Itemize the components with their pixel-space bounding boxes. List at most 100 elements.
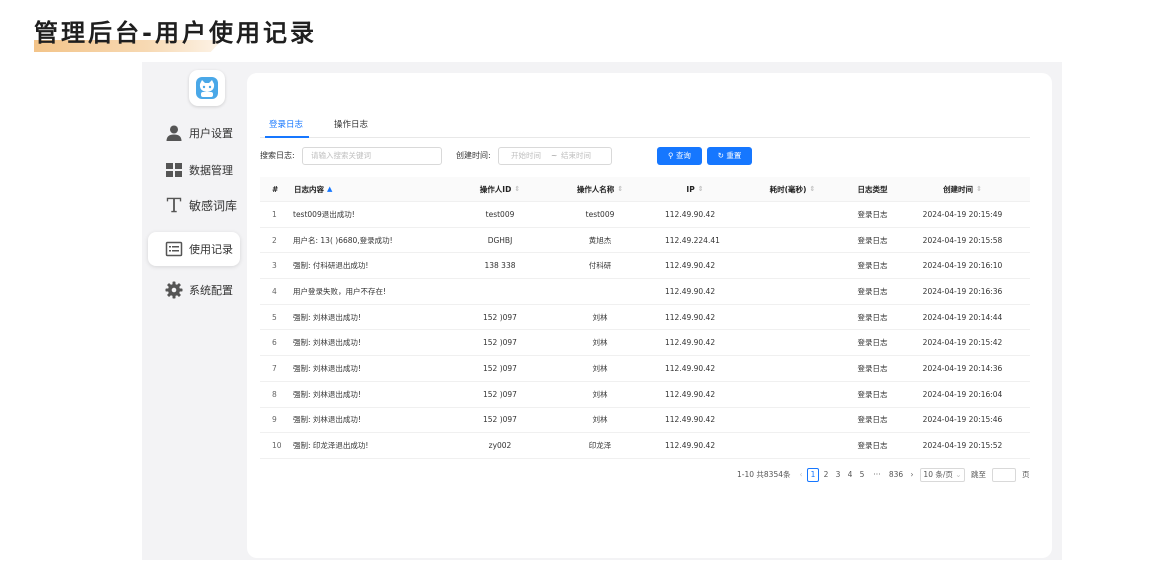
cell-log-type: 登录日志 bbox=[857, 338, 888, 348]
cell-content: 用户登录失败，用户不存在! bbox=[293, 286, 387, 296]
cell-index: 7 bbox=[272, 363, 277, 373]
page-2[interactable]: 2 bbox=[822, 468, 830, 482]
table-row[interactable]: 10 强制: 印龙泽退出成功! zy002 印龙泽 112.49.90.42 登录日志 20… bbox=[260, 433, 1030, 459]
cell-operator-id: 152 )097 bbox=[483, 338, 517, 348]
cell-log-type: 登录日志 bbox=[857, 235, 888, 245]
create-time-label: 创建时间: bbox=[456, 151, 491, 160]
cell-content: 强制: 刘林退出成功! bbox=[293, 389, 361, 399]
page-size-select[interactable]: 10 条/页 ⌄ bbox=[920, 468, 965, 482]
reset-button[interactable]: ↻ 重置 bbox=[707, 147, 752, 165]
cell-operator-id: DGHBJ bbox=[487, 235, 513, 245]
tab-active-indicator bbox=[265, 136, 309, 138]
table-row[interactable]: 4 用户登录失败，用户不存在! 112.49.90.42 登录日志 2024-04-19… bbox=[260, 279, 1030, 305]
tab-bar: 登录日志 操作日志 bbox=[260, 118, 1030, 138]
prev-page-icon[interactable]: ‹ bbox=[796, 468, 806, 482]
query-button-label: 查询 bbox=[675, 151, 691, 160]
next-page-icon[interactable]: › bbox=[908, 468, 916, 482]
cell-operator-name: 黄旭杰 bbox=[588, 235, 612, 245]
cell-duration bbox=[740, 228, 845, 253]
sidebar-item-data-management[interactable]: 数据管理 bbox=[148, 153, 240, 187]
page-5[interactable]: 5 bbox=[858, 468, 866, 482]
end-date-field[interactable]: 结束时间 bbox=[561, 148, 591, 164]
cell-log-type: 登录日志 bbox=[857, 209, 888, 219]
col-operator-id[interactable]: 操作人ID ⇕ bbox=[450, 177, 550, 201]
cell-operator-id: 138 338 bbox=[484, 261, 516, 271]
col-operator-name[interactable]: 操作人名称 ⇕ bbox=[550, 177, 650, 201]
cell-created-time: 2024-04-19 20:14:36 bbox=[922, 363, 1003, 373]
cell-index: 10 bbox=[272, 441, 282, 451]
chevron-down-icon: ⌄ bbox=[952, 470, 962, 479]
cell-operator-name: 印龙泽 bbox=[588, 441, 612, 451]
cell-created-time: 2024-04-19 20:16:36 bbox=[922, 286, 1003, 296]
cell-ip: 112.49.90.42 bbox=[665, 441, 716, 451]
page-last[interactable]: 836 bbox=[888, 468, 904, 482]
cell-ip: 112.49.90.42 bbox=[665, 261, 716, 271]
page: 管理后台-用户使用记录 用户设置 数据管理 敏感词库 使用记录 系统配置 登录日… bbox=[0, 0, 1171, 570]
cell-log-type: 登录日志 bbox=[857, 363, 888, 373]
grid-icon bbox=[165, 161, 183, 179]
sidebar-item-usage-records[interactable]: 使用记录 bbox=[148, 232, 240, 266]
cell-created-time: 2024-04-19 20:15:46 bbox=[922, 415, 1003, 425]
app-window: 用户设置 数据管理 敏感词库 使用记录 系统配置 登录日志 操作日志 搜索日志:… bbox=[142, 62, 1062, 560]
table-row[interactable]: 8 强制: 刘林退出成功! 152 )097 刘林 112.49.90.42 登录日志 20… bbox=[260, 382, 1030, 408]
sort-icon[interactable]: ⇕ bbox=[809, 185, 815, 193]
table-row[interactable]: 2 用户名: 13( )6680,登录成功! DGHBJ 黄旭杰 112.49.224.… bbox=[260, 228, 1030, 254]
sidebar-item-user-settings[interactable]: 用户设置 bbox=[148, 116, 240, 150]
cell-duration bbox=[740, 382, 845, 407]
cell-ip: 112.49.90.42 bbox=[665, 415, 716, 425]
sidebar-item-label: 系统配置 bbox=[189, 284, 233, 297]
cell-log-type: 登录日志 bbox=[857, 415, 888, 425]
sort-asc-icon[interactable]: ▲ bbox=[327, 185, 332, 193]
sort-icon[interactable]: ⇕ bbox=[514, 185, 520, 193]
date-separator: ~ bbox=[551, 151, 558, 160]
page-title: 管理后台-用户使用记录 bbox=[34, 19, 317, 47]
app-logo[interactable] bbox=[189, 70, 225, 106]
col-ip[interactable]: IP ⇕ bbox=[650, 177, 740, 201]
col-content[interactable]: 日志内容 ▲ bbox=[294, 177, 332, 201]
page-ellipsis[interactable]: ··· bbox=[870, 468, 884, 482]
page-4[interactable]: 4 bbox=[846, 468, 854, 482]
col-index: # bbox=[272, 184, 279, 194]
date-range-picker[interactable]: 开始时间 ~ 结束时间 bbox=[498, 147, 612, 165]
table-row[interactable]: 5 强制: 刘林退出成功! 152 )097 刘林 112.49.90.42 登录日志 20… bbox=[260, 305, 1030, 331]
log-table: # 日志内容 ▲ 操作人ID ⇕ 操作人名称 ⇕ IP ⇕ 耗时(毫秒) ⇕ 日志类型 创… bbox=[260, 177, 1030, 459]
sort-icon[interactable]: ⇕ bbox=[976, 185, 982, 193]
page-1[interactable]: 1 bbox=[807, 468, 819, 482]
cell-created-time: 2024-04-19 20:16:10 bbox=[922, 261, 1003, 271]
cell-operator-name: 刘林 bbox=[592, 338, 608, 348]
table-row[interactable]: 6 强制: 刘林退出成功! 152 )097 刘林 112.49.90.42 登录日志 20… bbox=[260, 330, 1030, 357]
cell-log-type: 登录日志 bbox=[857, 312, 888, 322]
col-content-label: 日志内容 bbox=[294, 184, 324, 194]
sidebar-item-sensitive-words[interactable]: 敏感词库 bbox=[148, 188, 240, 222]
cell-duration bbox=[740, 202, 845, 227]
sort-icon[interactable]: ⇕ bbox=[698, 185, 704, 193]
table-row[interactable]: 7 强制: 刘林退出成功! 152 )097 刘林 112.49.90.42 登录日志 20… bbox=[260, 356, 1030, 382]
cell-index: 9 bbox=[272, 415, 277, 425]
cell-content: 强制: 付科研退出成功! bbox=[293, 261, 369, 271]
start-date-field[interactable]: 开始时间 bbox=[511, 148, 541, 164]
page-3[interactable]: 3 bbox=[834, 468, 842, 482]
jump-page-input[interactable] bbox=[992, 468, 1016, 482]
cell-index: 8 bbox=[272, 389, 277, 399]
cell-index: 4 bbox=[272, 286, 277, 296]
table-row[interactable]: 3 强制: 付科研退出成功! 138 338 付科研 112.49.90.42 登录日志 2… bbox=[260, 253, 1030, 280]
col-created-time[interactable]: 创建时间 ⇕ bbox=[900, 177, 1025, 201]
table-row[interactable]: 1 test009退出成功! test009 test009 112.49.90.42 登… bbox=[260, 202, 1030, 228]
table-row[interactable]: 9 强制: 刘林退出成功! 152 )097 刘林 112.49.90.42 登录日志 20… bbox=[260, 408, 1030, 434]
query-button[interactable]: ⚲ 查询 bbox=[657, 147, 702, 165]
sidebar-item-system-config[interactable]: 系统配置 bbox=[148, 273, 240, 307]
search-input[interactable]: 请输入搜索关键词 bbox=[302, 147, 442, 165]
cell-created-time: 2024-04-19 20:16:04 bbox=[922, 389, 1003, 399]
cell-log-type: 登录日志 bbox=[857, 441, 888, 451]
sort-icon[interactable]: ⇕ bbox=[617, 185, 623, 193]
tab-login-log[interactable]: 登录日志 bbox=[269, 118, 303, 132]
cell-duration bbox=[740, 356, 845, 381]
cell-operator-name: 刘林 bbox=[592, 415, 608, 425]
tab-operation-log[interactable]: 操作日志 bbox=[334, 118, 368, 132]
col-duration-label: 耗时(毫秒) bbox=[769, 184, 807, 194]
cell-content: 强制: 刘林退出成功! bbox=[293, 312, 361, 322]
col-duration[interactable]: 耗时(毫秒) ⇕ bbox=[740, 177, 845, 201]
sidebar-item-label: 数据管理 bbox=[189, 164, 233, 177]
list-icon bbox=[165, 240, 183, 258]
cell-index: 1 bbox=[272, 209, 277, 219]
